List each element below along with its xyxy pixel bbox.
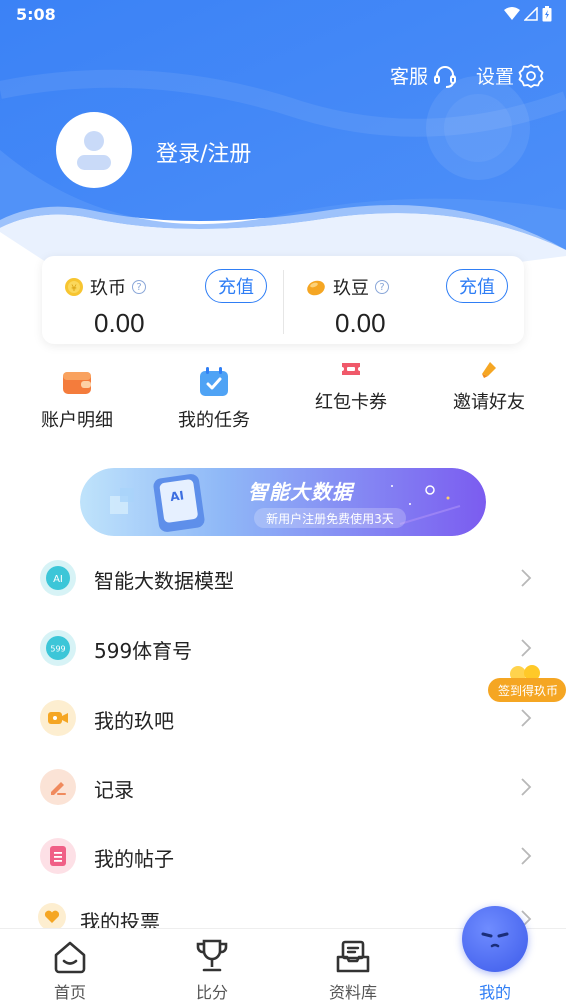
avatar[interactable] [56, 112, 132, 188]
menu-label: 我的玖吧 [94, 709, 174, 733]
bean-icon [307, 280, 325, 296]
chevron-right-icon [521, 709, 532, 727]
login-register-link[interactable]: 登录/注册 [156, 136, 251, 168]
nav-label: 首页 [53, 983, 86, 1002]
help-icon[interactable]: ? [375, 280, 389, 294]
database-icon [336, 940, 370, 973]
nav-database[interactable]: 资料库 [313, 929, 393, 1003]
headset-icon [433, 65, 456, 88]
me-icon[interactable] [462, 906, 528, 972]
nav-home[interactable]: 首页 [30, 929, 110, 1003]
home-icon [54, 941, 86, 974]
ai-icon-text: AI [53, 574, 63, 585]
menu-label: 599体育号 [94, 639, 193, 663]
bean-label-row: 玖豆 ? [305, 274, 389, 300]
quick-action-account-details[interactable]: 账户明细 [30, 366, 124, 432]
banner-phone-text: AI [169, 488, 185, 504]
menu-label: 记录 [94, 778, 134, 802]
settings-button[interactable]: 设置 [476, 62, 544, 89]
nav-label: 我的 [478, 983, 511, 1002]
battery-icon [542, 6, 552, 22]
customer-service-label: 客服 [389, 66, 428, 88]
bean-balance: 玖豆 ? 0.00 充值 [283, 256, 524, 344]
user-icon [77, 131, 111, 170]
coin-label: 玖币 [90, 278, 126, 299]
trophy-icon [196, 939, 228, 972]
menu-label: 智能大数据模型 [94, 569, 234, 593]
bean-recharge-button[interactable]: 充值 [446, 269, 508, 303]
ticket-icon [342, 363, 360, 375]
nav-label: 资料库 [328, 983, 377, 1002]
invite-icon [482, 362, 496, 378]
quick-action-label: 我的任务 [178, 410, 250, 431]
chevron-right-icon [521, 639, 532, 657]
check-in-label: 签到得玖币 [498, 684, 559, 698]
profile-header: 5:08 客服 设置 登录/注册 [0, 0, 566, 280]
svg-text:¥: ¥ [71, 284, 77, 294]
quick-action-my-tasks[interactable]: 我的任务 [167, 366, 261, 432]
status-icons [504, 6, 552, 22]
chevron-right-icon [521, 778, 532, 796]
wallet-card: ¥ 玖币 ? 0.00 充值 玖豆 ? 0.00 充值 [42, 256, 524, 344]
calendar-check-icon [200, 367, 228, 396]
599-icon-text: 599 [50, 645, 65, 654]
coin-label-row: ¥ 玖币 ? [64, 274, 146, 300]
quick-action-label: 红包卡券 [315, 392, 387, 413]
chevron-right-icon [521, 847, 532, 865]
wallet-icon [63, 372, 91, 394]
video-icon [40, 700, 76, 736]
coin-balance: ¥ 玖币 ? 0.00 充值 [42, 256, 283, 344]
heart-icon [38, 903, 66, 931]
bean-label: 玖豆 [333, 278, 369, 299]
signal-icon [524, 7, 538, 21]
nav-scores[interactable]: 比分 [172, 929, 252, 1003]
nav-label: 比分 [195, 983, 228, 1002]
quick-action-invite[interactable]: 邀请好友 [442, 358, 536, 414]
coin-amount: 0.00 [94, 308, 145, 338]
bean-amount: 0.00 [335, 308, 386, 338]
coin-recharge-button[interactable]: 充值 [205, 269, 267, 303]
menu-item-my-bar[interactable]: 我的玖吧 [0, 688, 566, 748]
menu-item-my-posts[interactable]: 我的帖子 [0, 826, 566, 886]
pencil-icon [40, 769, 76, 805]
menu-item-records[interactable]: 记录 [0, 757, 566, 817]
document-icon [40, 838, 76, 874]
me-face-icon [481, 932, 509, 948]
wifi-icon [504, 7, 520, 20]
chevron-right-icon [521, 569, 532, 587]
menu-label: 我的帖子 [94, 847, 174, 871]
599-icon: 599 [40, 630, 76, 666]
gear-icon [518, 63, 544, 88]
quick-actions: 账户明细 我的任务 红包卡券 邀请好友 [0, 360, 566, 450]
menu-item-ai-model[interactable]: AI 智能大数据模型 [0, 548, 566, 608]
quick-action-label: 邀请好友 [453, 392, 525, 413]
banner-title: 智能大数据 [248, 480, 353, 504]
banner-subtitle: 新用户注册免费使用3天 [254, 508, 406, 528]
quick-action-label: 账户明细 [41, 410, 113, 431]
status-time: 5:08 [16, 5, 56, 24]
header-actions: 客服 设置 [390, 62, 544, 89]
menu-item-599-sports[interactable]: 599 599体育号 [0, 618, 566, 678]
settings-label: 设置 [475, 66, 514, 88]
customer-service-button[interactable]: 客服 [390, 62, 458, 89]
status-bar: 5:08 [0, 0, 566, 30]
help-icon[interactable]: ? [132, 280, 146, 294]
ai-icon: AI [40, 560, 76, 596]
quick-action-coupons[interactable]: 红包卡券 [304, 358, 398, 414]
coin-icon: ¥ [65, 278, 83, 296]
